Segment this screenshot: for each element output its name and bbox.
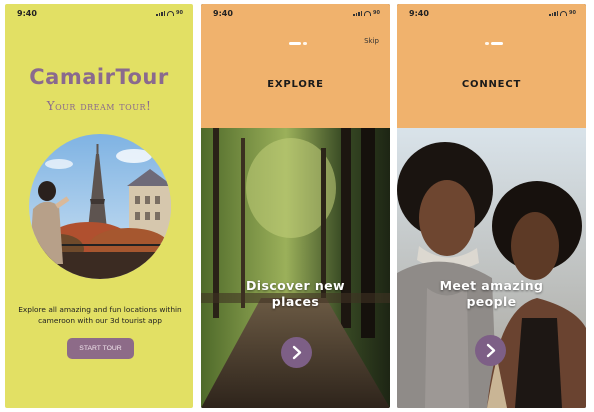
status-bar: 9:40 90 xyxy=(5,4,193,22)
status-icons: 90 xyxy=(353,10,380,16)
status-time: 9:40 xyxy=(17,9,37,18)
page-indicator xyxy=(289,42,307,45)
welcome-screen: 9:40 90 CamairTour Your dream tour! Expl… xyxy=(5,4,193,408)
screen-title: EXPLORE xyxy=(267,79,324,90)
wifi-icon xyxy=(364,11,372,16)
connect-header: 9:40 90 CONNECT xyxy=(397,4,586,128)
caption-line-2: people xyxy=(466,294,517,309)
battery-icon: 90 xyxy=(176,10,183,16)
signal-icon xyxy=(353,11,363,16)
battery-icon: 90 xyxy=(373,10,380,16)
battery-icon: 90 xyxy=(569,10,576,16)
skip-button[interactable]: Skip xyxy=(364,37,379,45)
next-button[interactable] xyxy=(281,337,312,368)
page-indicator xyxy=(485,42,503,45)
wifi-icon xyxy=(167,11,175,16)
status-icons: 90 xyxy=(549,10,576,16)
explore-caption: Discover new places xyxy=(201,278,390,310)
wifi-icon xyxy=(560,11,568,16)
screen-title: CONNECT xyxy=(461,79,522,90)
page-dot[interactable] xyxy=(303,42,307,45)
status-icons: 90 xyxy=(156,10,183,16)
people-image xyxy=(397,128,586,408)
page-dot[interactable] xyxy=(485,42,489,45)
caption-line-1: Discover new xyxy=(246,278,345,293)
description-line-1: Explore all amazing and fun locations wi… xyxy=(18,305,182,314)
status-time: 9:40 xyxy=(409,9,429,18)
brand-second: Tour xyxy=(115,65,169,89)
description-line-2: cameroon with our 3d tourist app xyxy=(38,316,162,325)
page-dot-active[interactable] xyxy=(289,42,301,45)
explore-header: 9:40 90 Skip EXPLORE xyxy=(201,4,390,128)
tagline: Your dream tour! xyxy=(46,99,152,113)
chevron-right-icon xyxy=(486,343,496,358)
caption-line-1: Meet amazing xyxy=(439,278,544,293)
next-button[interactable] xyxy=(475,335,506,366)
explore-screen: 9:40 90 Skip EXPLORE Discover new places xyxy=(201,4,390,408)
status-bar: 9:40 90 xyxy=(397,4,586,22)
hero-image xyxy=(29,134,171,279)
chevron-right-icon xyxy=(292,345,302,360)
signal-icon xyxy=(156,11,166,16)
connect-screen: 9:40 90 CONNECT Meet amazing people xyxy=(397,4,586,408)
brand-first: Camair xyxy=(29,65,116,89)
signal-icon xyxy=(549,11,559,16)
connect-caption: Meet amazing people xyxy=(397,278,586,310)
status-time: 9:40 xyxy=(213,9,233,18)
page-dot-active[interactable] xyxy=(491,42,503,45)
app-logo-title: CamairTour xyxy=(5,65,193,89)
app-description: Explore all amazing and fun locations wi… xyxy=(15,304,185,326)
caption-line-2: places xyxy=(271,294,320,309)
status-bar: 9:40 90 xyxy=(201,4,390,22)
start-tour-button[interactable]: START TOUR xyxy=(67,338,134,359)
